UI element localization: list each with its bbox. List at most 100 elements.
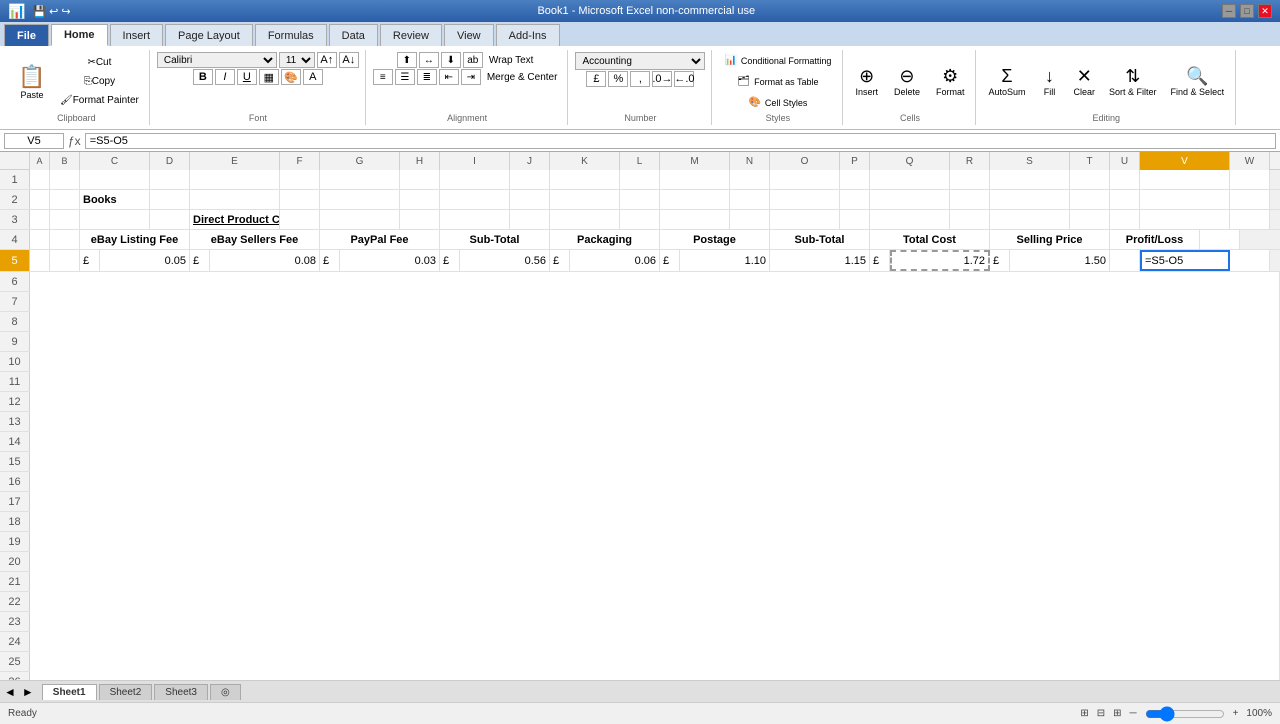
cell-T5[interactable]: 1.50 [1010, 250, 1110, 271]
sheet-tab-4[interactable]: ◎ [210, 684, 241, 700]
cell-J5[interactable]: 0.56 [460, 250, 550, 271]
cell-A1[interactable] [30, 170, 50, 189]
cell-I1[interactable] [440, 170, 510, 189]
cell-W2[interactable] [1230, 190, 1270, 209]
col-D[interactable]: D [150, 152, 190, 170]
cell-Q2[interactable] [870, 190, 950, 209]
cell-E5[interactable]: £ [190, 250, 210, 271]
col-M[interactable]: M [660, 152, 730, 170]
cell-L2[interactable] [620, 190, 660, 209]
col-H[interactable]: H [400, 152, 440, 170]
fill-button[interactable]: ↓ Fill [1035, 57, 1065, 107]
font-size-select[interactable]: 11 [279, 52, 315, 68]
cell-U5[interactable] [1110, 250, 1140, 271]
cell-W3[interactable] [1230, 210, 1270, 229]
cell-U2[interactable] [1110, 190, 1140, 209]
cell-T2[interactable] [1070, 190, 1110, 209]
col-R[interactable]: R [950, 152, 990, 170]
cell-F3[interactable] [280, 210, 320, 229]
cell-E4[interactable]: eBay Sellers Fee [190, 230, 320, 249]
cell-M5[interactable]: £ [660, 250, 680, 271]
cell-N5[interactable]: 1.10 [680, 250, 770, 271]
italic-button[interactable]: I [215, 69, 235, 85]
wrap-text-button[interactable]: Wrap Text [485, 52, 538, 68]
cell-F2[interactable] [280, 190, 320, 209]
cell-A2[interactable] [30, 190, 50, 209]
cell-C2[interactable]: Books [80, 190, 150, 209]
cell-S5[interactable]: £ [990, 250, 1010, 271]
tab-formulas[interactable]: Formulas [255, 24, 327, 46]
col-P[interactable]: P [840, 152, 870, 170]
undo-btn[interactable]: ↩ [49, 5, 58, 18]
maximize-button[interactable]: □ [1240, 4, 1254, 18]
copy-button[interactable]: ⎘ Copy [56, 74, 143, 90]
number-format-select[interactable]: Accounting [575, 52, 705, 70]
cell-O1[interactable] [770, 170, 840, 189]
cell-K1[interactable] [550, 170, 620, 189]
normal-view-button[interactable]: ⊞ [1080, 708, 1088, 719]
cell-H3[interactable] [400, 210, 440, 229]
zoom-slider[interactable] [1145, 706, 1225, 722]
cell-U3[interactable] [1110, 210, 1140, 229]
col-O[interactable]: O [770, 152, 840, 170]
col-L[interactable]: L [620, 152, 660, 170]
align-center-button[interactable]: ☰ [395, 69, 415, 85]
percent-button[interactable]: % [608, 71, 628, 87]
autosum-button[interactable]: Σ AutoSum [983, 57, 1030, 107]
cell-G3[interactable] [320, 210, 400, 229]
align-left-button[interactable]: ≡ [373, 69, 393, 85]
bold-button[interactable]: B [193, 69, 213, 85]
cell-J2[interactable] [510, 190, 550, 209]
cell-reference-box[interactable] [4, 133, 64, 149]
cell-K4[interactable]: Packaging [550, 230, 660, 249]
cell-V4[interactable]: Profit/Loss [1110, 230, 1200, 249]
cell-E3[interactable]: Direct Product Cost [190, 210, 280, 229]
tab-home[interactable]: Home [51, 24, 108, 46]
cut-button[interactable]: ✂ Cut [56, 55, 143, 71]
border-button[interactable]: ▦ [259, 69, 279, 85]
cell-D5[interactable]: 0.05 [100, 250, 190, 271]
format-painter-button[interactable]: 🖌 Format Painter [56, 93, 143, 109]
clear-button[interactable]: ✕ Clear [1069, 57, 1101, 107]
cell-G1[interactable] [320, 170, 400, 189]
cell-styles-button[interactable]: 🎨 Cell Styles [743, 94, 812, 111]
cell-B5[interactable] [50, 250, 80, 271]
font-family-select[interactable]: Calibri [157, 52, 277, 68]
find-select-button[interactable]: 🔍 Find & Select [1166, 57, 1230, 107]
cell-Q1[interactable] [870, 170, 950, 189]
cell-H1[interactable] [400, 170, 440, 189]
tab-add-ins[interactable]: Add-Ins [496, 24, 560, 46]
col-K[interactable]: K [550, 152, 620, 170]
cell-W4[interactable] [1200, 230, 1240, 249]
col-Q[interactable]: Q [870, 152, 950, 170]
col-B[interactable]: B [50, 152, 80, 170]
function-button[interactable]: ƒx [68, 134, 81, 148]
increase-decimal-button[interactable]: .0→ [652, 71, 672, 87]
col-W[interactable]: W [1230, 152, 1270, 170]
cell-G4[interactable]: PayPal Fee [320, 230, 440, 249]
close-button[interactable]: ✕ [1258, 4, 1272, 18]
cell-K3[interactable] [550, 210, 620, 229]
cell-Q4[interactable]: Total Cost [870, 230, 990, 249]
cell-O4[interactable]: Sub-Total [770, 230, 870, 249]
font-shrink-button[interactable]: A↓ [339, 52, 359, 68]
cell-C4[interactable]: eBay Listing Fee [80, 230, 190, 249]
delete-button[interactable]: ⊖ Delete [889, 57, 925, 107]
cell-P1[interactable] [840, 170, 870, 189]
redo-btn[interactable]: ↪ [61, 5, 70, 18]
cell-B4[interactable] [50, 230, 80, 249]
cell-B2[interactable] [50, 190, 80, 209]
cell-I4[interactable]: Sub-Total [440, 230, 550, 249]
page-layout-button[interactable]: ⊟ [1097, 708, 1105, 719]
col-N[interactable]: N [730, 152, 770, 170]
cell-B3[interactable] [50, 210, 80, 229]
sort-filter-button[interactable]: ⇅ Sort & Filter [1104, 57, 1162, 107]
col-C[interactable]: C [80, 152, 150, 170]
cell-V3[interactable] [1140, 210, 1230, 229]
align-bottom-button[interactable]: ⬇ [441, 52, 461, 68]
cell-J3[interactable] [510, 210, 550, 229]
formula-input[interactable] [85, 133, 1276, 149]
cell-T1[interactable] [1070, 170, 1110, 189]
cell-V1[interactable] [1140, 170, 1230, 189]
cell-Q5[interactable]: £ [870, 250, 890, 271]
